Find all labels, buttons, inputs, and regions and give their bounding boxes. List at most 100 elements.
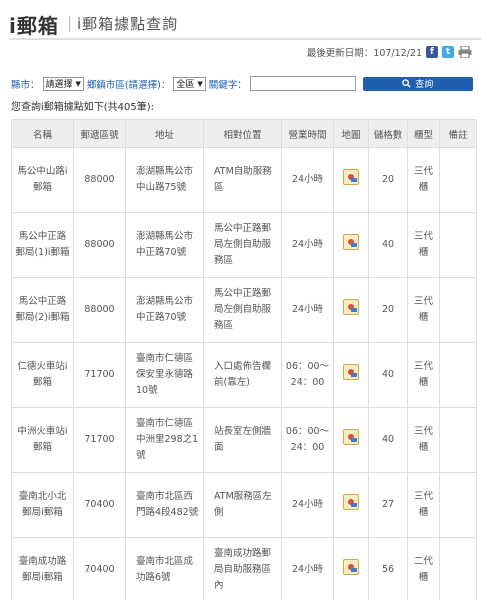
cell-map bbox=[333, 147, 369, 213]
map-icon[interactable] bbox=[343, 364, 359, 380]
cell-note bbox=[439, 277, 477, 343]
cell-hours: 24小時 bbox=[281, 147, 334, 213]
cell-note bbox=[439, 407, 477, 473]
cell-position: 臺南成功路郵局自助服務區內 bbox=[203, 537, 282, 600]
map-icon[interactable] bbox=[343, 299, 359, 315]
district-select[interactable]: 全區 ▼ bbox=[173, 76, 206, 91]
cell-zip: 71700 bbox=[73, 407, 126, 473]
cell-address: 臺南市北區成功路6號 bbox=[125, 537, 204, 600]
map-icon[interactable] bbox=[343, 234, 359, 250]
cell-map bbox=[333, 342, 369, 408]
cell-zip: 71700 bbox=[73, 342, 126, 408]
map-icon[interactable] bbox=[343, 559, 359, 575]
cell-map bbox=[333, 472, 369, 538]
map-icon[interactable] bbox=[343, 429, 359, 445]
cell-position: 馬公中正路郵局左側自助服務區 bbox=[203, 277, 282, 343]
col-header-note: 備註 bbox=[439, 119, 477, 148]
table-row: 臺南成功路郵局i郵箱 70400 臺南市北區成功路6號 臺南成功路郵局自助服務區… bbox=[11, 537, 477, 600]
cell-hours: 24小時 bbox=[281, 472, 334, 538]
cell-position: ATM自助服務區 bbox=[203, 147, 282, 213]
district-label: 鄉鎮市區(請選擇)： bbox=[86, 79, 171, 91]
col-header-address: 地址 bbox=[125, 119, 204, 148]
city-label: 縣市： bbox=[11, 79, 40, 91]
cell-position: 站長室左側牆面 bbox=[203, 407, 282, 473]
col-header-map: 地圖 bbox=[333, 119, 369, 148]
table-row: 中洲火車站i郵箱 71700 臺南市仁德區中洲里298之1號 站長室左側牆面 0… bbox=[11, 407, 477, 473]
table-row: 馬公中正路郵局(1)i郵箱 88000 澎湖縣馬公市中正路70號 馬公中正路郵局… bbox=[11, 212, 477, 278]
facebook-icon[interactable]: f bbox=[426, 46, 438, 58]
cell-hours: 24小時 bbox=[281, 212, 334, 278]
cell-count: 27 bbox=[368, 472, 408, 538]
cell-name: 仁德火車站i郵箱 bbox=[11, 342, 74, 408]
cell-address: 臺南市北區西門路4段482號 bbox=[125, 472, 204, 538]
cell-type: 三代櫃 bbox=[407, 147, 440, 213]
cell-map bbox=[333, 537, 369, 600]
table-row: 馬公中山路i郵箱 88000 澎湖縣馬公市中山路75號 ATM自助服務區 24小… bbox=[11, 147, 477, 213]
table-row: 臺南北小北郵局i郵箱 70400 臺南市北區西門路4段482號 ATM服務區左側… bbox=[11, 472, 477, 538]
cell-zip: 70400 bbox=[73, 537, 126, 600]
chevron-down-icon: ▼ bbox=[75, 79, 81, 88]
keyword-input[interactable] bbox=[249, 76, 356, 91]
cell-position: 馬公中正路郵局左側自助服務區 bbox=[203, 212, 282, 278]
cell-name: 中洲火車站i郵箱 bbox=[11, 407, 74, 473]
results-table: 名稱 郵遞區號 地址 相對位置 營業時間 地圖 儲格數 櫃型 備註 馬公中山路i… bbox=[11, 119, 477, 600]
title-divider bbox=[69, 16, 70, 32]
cell-name: 馬公中山路i郵箱 bbox=[11, 147, 74, 213]
print-icon[interactable] bbox=[458, 45, 472, 59]
page-title: i郵箱據點查詢 bbox=[77, 15, 179, 33]
cell-map bbox=[333, 212, 369, 278]
cell-map bbox=[333, 277, 369, 343]
table-header-row: 名稱 郵遞區號 地址 相對位置 營業時間 地圖 儲格數 櫃型 備註 bbox=[11, 119, 477, 148]
cell-count: 40 bbox=[368, 407, 408, 473]
cell-type: 三代櫃 bbox=[407, 277, 440, 343]
col-header-name: 名稱 bbox=[11, 119, 74, 148]
cell-count: 20 bbox=[368, 147, 408, 213]
district-select-value: 全區 bbox=[176, 80, 195, 90]
col-header-zip: 郵遞區號 bbox=[73, 119, 126, 148]
cell-map bbox=[333, 407, 369, 473]
search-button-label: 查詢 bbox=[415, 80, 434, 90]
cell-name: 馬公中正路郵局(2)i郵箱 bbox=[11, 277, 74, 343]
cell-type: 三代櫃 bbox=[407, 407, 440, 473]
cell-zip: 70400 bbox=[73, 472, 126, 538]
cell-position: ATM服務區左側 bbox=[203, 472, 282, 538]
keyword-label: 關鍵字： bbox=[208, 79, 247, 91]
cell-type: 三代櫃 bbox=[407, 472, 440, 538]
cell-hours: 06：00～24：00 bbox=[281, 342, 334, 408]
cell-note bbox=[439, 147, 477, 213]
city-select[interactable]: 請選擇 ▼ bbox=[42, 76, 84, 91]
search-button[interactable]: 查詢 bbox=[362, 76, 473, 91]
page-header: i郵箱 i郵箱據點查詢 bbox=[9, 6, 481, 40]
cell-type: 三代櫃 bbox=[407, 212, 440, 278]
cell-zip: 88000 bbox=[73, 277, 126, 343]
cell-name: 臺南北小北郵局i郵箱 bbox=[11, 472, 74, 538]
cell-name: 馬公中正路郵局(1)i郵箱 bbox=[11, 212, 74, 278]
cell-address: 澎湖縣馬公市中山路75號 bbox=[125, 147, 204, 213]
cell-zip: 88000 bbox=[73, 212, 126, 278]
table-row: 馬公中正路郵局(2)i郵箱 88000 澎湖縣馬公市中正路70號 馬公中正路郵局… bbox=[11, 277, 477, 343]
cell-count: 56 bbox=[368, 537, 408, 600]
cell-note bbox=[439, 212, 477, 278]
cell-note bbox=[439, 537, 477, 600]
cell-note bbox=[439, 342, 477, 408]
cell-address: 臺南市仁德區中洲里298之1號 bbox=[125, 407, 204, 473]
cell-position: 入口處佈告欄前(靠左) bbox=[203, 342, 282, 408]
cell-count: 20 bbox=[368, 277, 408, 343]
cell-hours: 24小時 bbox=[281, 537, 334, 600]
city-select-value: 請選擇 bbox=[45, 80, 73, 90]
map-icon[interactable] bbox=[343, 494, 359, 510]
cell-type: 二代櫃 bbox=[407, 537, 440, 600]
cell-type: 三代櫃 bbox=[407, 342, 440, 408]
table-row: 仁德火車站i郵箱 71700 臺南市仁德區保安里永德路10號 入口處佈告欄前(靠… bbox=[11, 342, 477, 408]
cell-address: 澎湖縣馬公市中正路70號 bbox=[125, 212, 204, 278]
cell-hours: 06：00～24：00 bbox=[281, 407, 334, 473]
cell-note bbox=[439, 472, 477, 538]
cell-zip: 88000 bbox=[73, 147, 126, 213]
map-icon[interactable] bbox=[343, 169, 359, 185]
twitter-icon[interactable]: t bbox=[442, 46, 454, 58]
col-header-position: 相對位置 bbox=[203, 119, 282, 148]
cell-address: 臺南市仁德區保安里永德路10號 bbox=[125, 342, 204, 408]
result-count: 您查詢i郵箱據點如下(共405筆): bbox=[11, 102, 155, 113]
cell-address: 澎湖縣馬公市中正路70號 bbox=[125, 277, 204, 343]
last-updated-label: 最後更新日期：107/12/21 bbox=[306, 48, 422, 59]
